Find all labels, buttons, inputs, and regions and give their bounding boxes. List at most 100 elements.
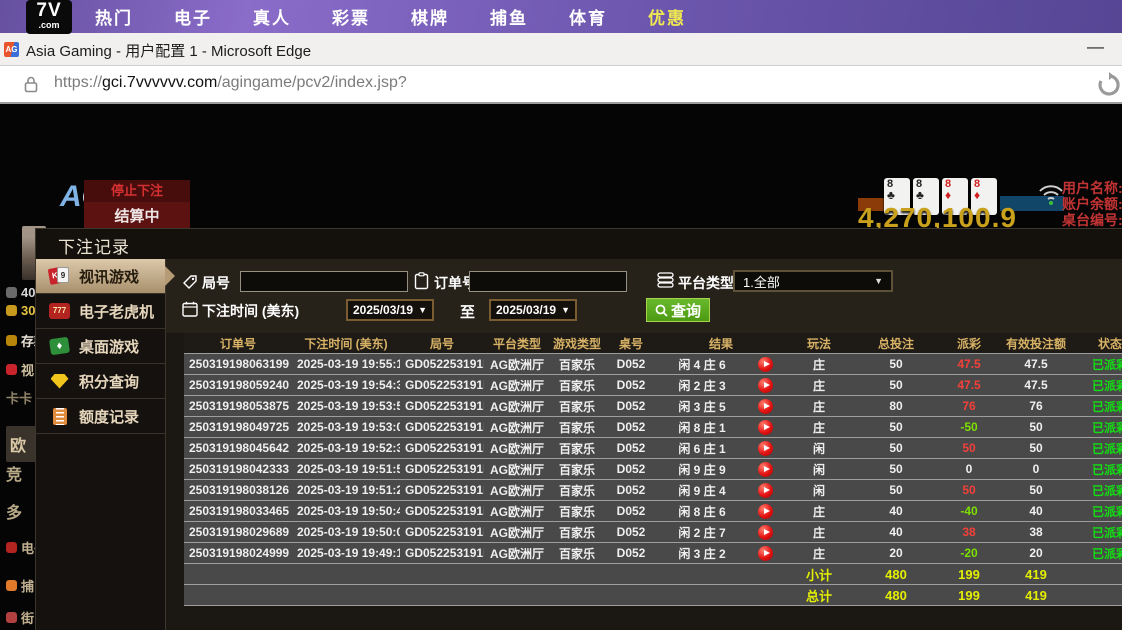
cell-play-video bbox=[746, 525, 784, 540]
cell-bet-time: 2025-03-19 19:54:35 bbox=[292, 378, 400, 392]
table-row: 2503191980631992025-03-19 19:55:12GD0522… bbox=[184, 354, 1122, 375]
lock-icon[interactable] bbox=[24, 76, 38, 93]
cell-play-type: 闲 bbox=[784, 461, 854, 478]
card-suit-icon: ♣ bbox=[916, 190, 939, 201]
date-from-picker[interactable]: 2025/03/19 bbox=[346, 299, 434, 321]
summary-label: 总计 bbox=[784, 586, 854, 605]
cell-bet-time: 2025-03-19 19:51:20 bbox=[292, 483, 400, 497]
cell-order-no: 250319198038126 bbox=[184, 483, 292, 497]
cell-total-bet: 50 bbox=[854, 420, 938, 434]
cell-order-no: 250319198045642 bbox=[184, 441, 292, 455]
sidebar-item-label: 桌面游戏 bbox=[79, 336, 139, 357]
cell-round-no: GD052253191L3 bbox=[400, 420, 484, 434]
nav-item[interactable]: 体育 bbox=[569, 4, 607, 29]
cell-play-type: 庄 bbox=[784, 419, 854, 436]
cell-order-no: 250319198053875 bbox=[184, 399, 292, 413]
platform-label: 平台类型 bbox=[678, 273, 734, 293]
cell-bet-time: 2025-03-19 19:53:09 bbox=[292, 420, 400, 434]
nav-item[interactable]: 彩票 bbox=[332, 4, 370, 29]
nav-item[interactable]: 优惠 bbox=[648, 4, 686, 29]
lobby-nav-item: 欧 bbox=[6, 426, 36, 462]
table-row: 2503191980423332025-03-19 19:51:59GD0522… bbox=[184, 459, 1122, 480]
sidebar-item-quota-doc[interactable]: 额度记录 bbox=[36, 399, 165, 434]
play-video-button[interactable] bbox=[758, 525, 773, 540]
cell-game-type: 百家乐 bbox=[550, 419, 604, 436]
play-video-button[interactable] bbox=[758, 357, 773, 372]
lobby-item-icon bbox=[6, 580, 17, 591]
cell-order-no: 250319198042333 bbox=[184, 462, 292, 476]
sidebar-item-slot-777[interactable]: 777电子老虎机 bbox=[36, 294, 165, 329]
panel-sidebar: K9 视讯游戏 777电子老虎机♦桌面游戏积分查询额度记录 bbox=[36, 259, 166, 630]
cell-play-video bbox=[746, 399, 784, 414]
round-no-input[interactable] bbox=[240, 271, 408, 292]
cell-order-no: 250319198024999 bbox=[184, 546, 292, 560]
cell-order-no: 250319198033465 bbox=[184, 504, 292, 518]
panel-title: 下注记录 bbox=[58, 233, 130, 258]
cell-total-bet: 50 bbox=[854, 462, 938, 476]
cell-payout: -20 bbox=[938, 546, 1000, 560]
play-video-button[interactable] bbox=[758, 483, 773, 498]
address-bar[interactable]: https://gci.7vvvvvv.com/agingame/pcv2/in… bbox=[0, 66, 1122, 104]
sidebar-item-playing-cards[interactable]: K9 视讯游戏 bbox=[36, 259, 165, 294]
minimize-button[interactable]: — bbox=[1087, 37, 1104, 57]
cell-order-no: 250319198059240 bbox=[184, 378, 292, 392]
nav-item[interactable]: 棋牌 bbox=[411, 4, 449, 29]
cell-round-no: GD052253191L4 bbox=[400, 399, 484, 413]
playing-cards-icon: K9 bbox=[49, 267, 70, 286]
cell-play-type: 庄 bbox=[784, 398, 854, 415]
nav-item[interactable]: 真人 bbox=[253, 4, 291, 29]
cell-total-bet: 40 bbox=[854, 504, 938, 518]
column-header: 游戏类型 bbox=[550, 335, 604, 352]
play-video-button[interactable] bbox=[758, 378, 773, 393]
date-from-value: 2025/03/19 bbox=[353, 303, 413, 317]
query-button[interactable]: 查询 bbox=[646, 298, 710, 322]
cell-table-no: D052 bbox=[604, 504, 658, 518]
order-no-input[interactable] bbox=[469, 271, 627, 292]
sidebar-item-label: 视讯游戏 bbox=[79, 266, 139, 287]
cell-round-no: GD052253191L1 bbox=[400, 462, 484, 476]
lobby-item-label: 欧 bbox=[10, 432, 26, 456]
date-to-value: 2025/03/19 bbox=[496, 303, 556, 317]
info-label: 账户余额: bbox=[1062, 196, 1122, 212]
cell-result: 闲 8 庄 6 bbox=[658, 503, 746, 520]
date-to-picker[interactable]: 2025/03/19 bbox=[489, 299, 577, 321]
cell-valid-bet: 38 bbox=[1000, 525, 1072, 539]
cell-status: 已派彩 bbox=[1072, 545, 1122, 562]
cell-payout: 38 bbox=[938, 525, 1000, 539]
column-header: 桌号 bbox=[604, 335, 658, 352]
cell-game-type: 百家乐 bbox=[550, 356, 604, 373]
cell-valid-bet: 50 bbox=[1000, 420, 1072, 434]
platform-select[interactable]: 1.全部 bbox=[733, 270, 893, 292]
play-video-button[interactable] bbox=[758, 462, 773, 477]
play-video-button[interactable] bbox=[758, 399, 773, 414]
cell-play-type: 闲 bbox=[784, 440, 854, 457]
play-video-button[interactable] bbox=[758, 441, 773, 456]
panel-content: 局号 订单号 平台类型 1.全部 下注时间 (美东) bbox=[166, 259, 1122, 630]
table-row: 2503191980456422025-03-19 19:52:31GD0522… bbox=[184, 438, 1122, 459]
play-video-button[interactable] bbox=[758, 546, 773, 561]
cell-game-type: 百家乐 bbox=[550, 377, 604, 394]
summary-row-total: 总计480199419 bbox=[184, 585, 1122, 606]
sidebar-item-table-game[interactable]: ♦桌面游戏 bbox=[36, 329, 165, 364]
cell-status: 已派彩 bbox=[1072, 461, 1122, 478]
play-video-button[interactable] bbox=[758, 420, 773, 435]
cell-valid-bet: 40 bbox=[1000, 504, 1072, 518]
cell-total-bet: 50 bbox=[854, 378, 938, 392]
cell-table-no: D052 bbox=[604, 483, 658, 497]
site-logo[interactable]: 7V .com bbox=[26, 0, 72, 34]
nav-item[interactable]: 捕鱼 bbox=[490, 4, 528, 29]
summary-payout: 199 bbox=[938, 588, 1000, 603]
cell-status: 已派彩 bbox=[1072, 503, 1122, 520]
refresh-icon[interactable] bbox=[1096, 72, 1122, 98]
cell-platform: AG欧洲厅 bbox=[484, 524, 550, 541]
cell-bet-time: 2025-03-19 19:53:50 bbox=[292, 399, 400, 413]
sidebar-item-points-gem[interactable]: 积分查询 bbox=[36, 364, 165, 399]
play-video-button[interactable] bbox=[758, 504, 773, 519]
nav-item[interactable]: 电子 bbox=[174, 4, 212, 29]
cell-platform: AG欧洲厅 bbox=[484, 377, 550, 394]
url-text[interactable]: https://gci.7vvvvvv.com/agingame/pcv2/in… bbox=[54, 74, 407, 92]
cell-play-type: 庄 bbox=[784, 377, 854, 394]
nav-item[interactable]: 热门 bbox=[95, 4, 133, 29]
cell-valid-bet: 50 bbox=[1000, 483, 1072, 497]
column-header: 派彩 bbox=[938, 335, 1000, 352]
